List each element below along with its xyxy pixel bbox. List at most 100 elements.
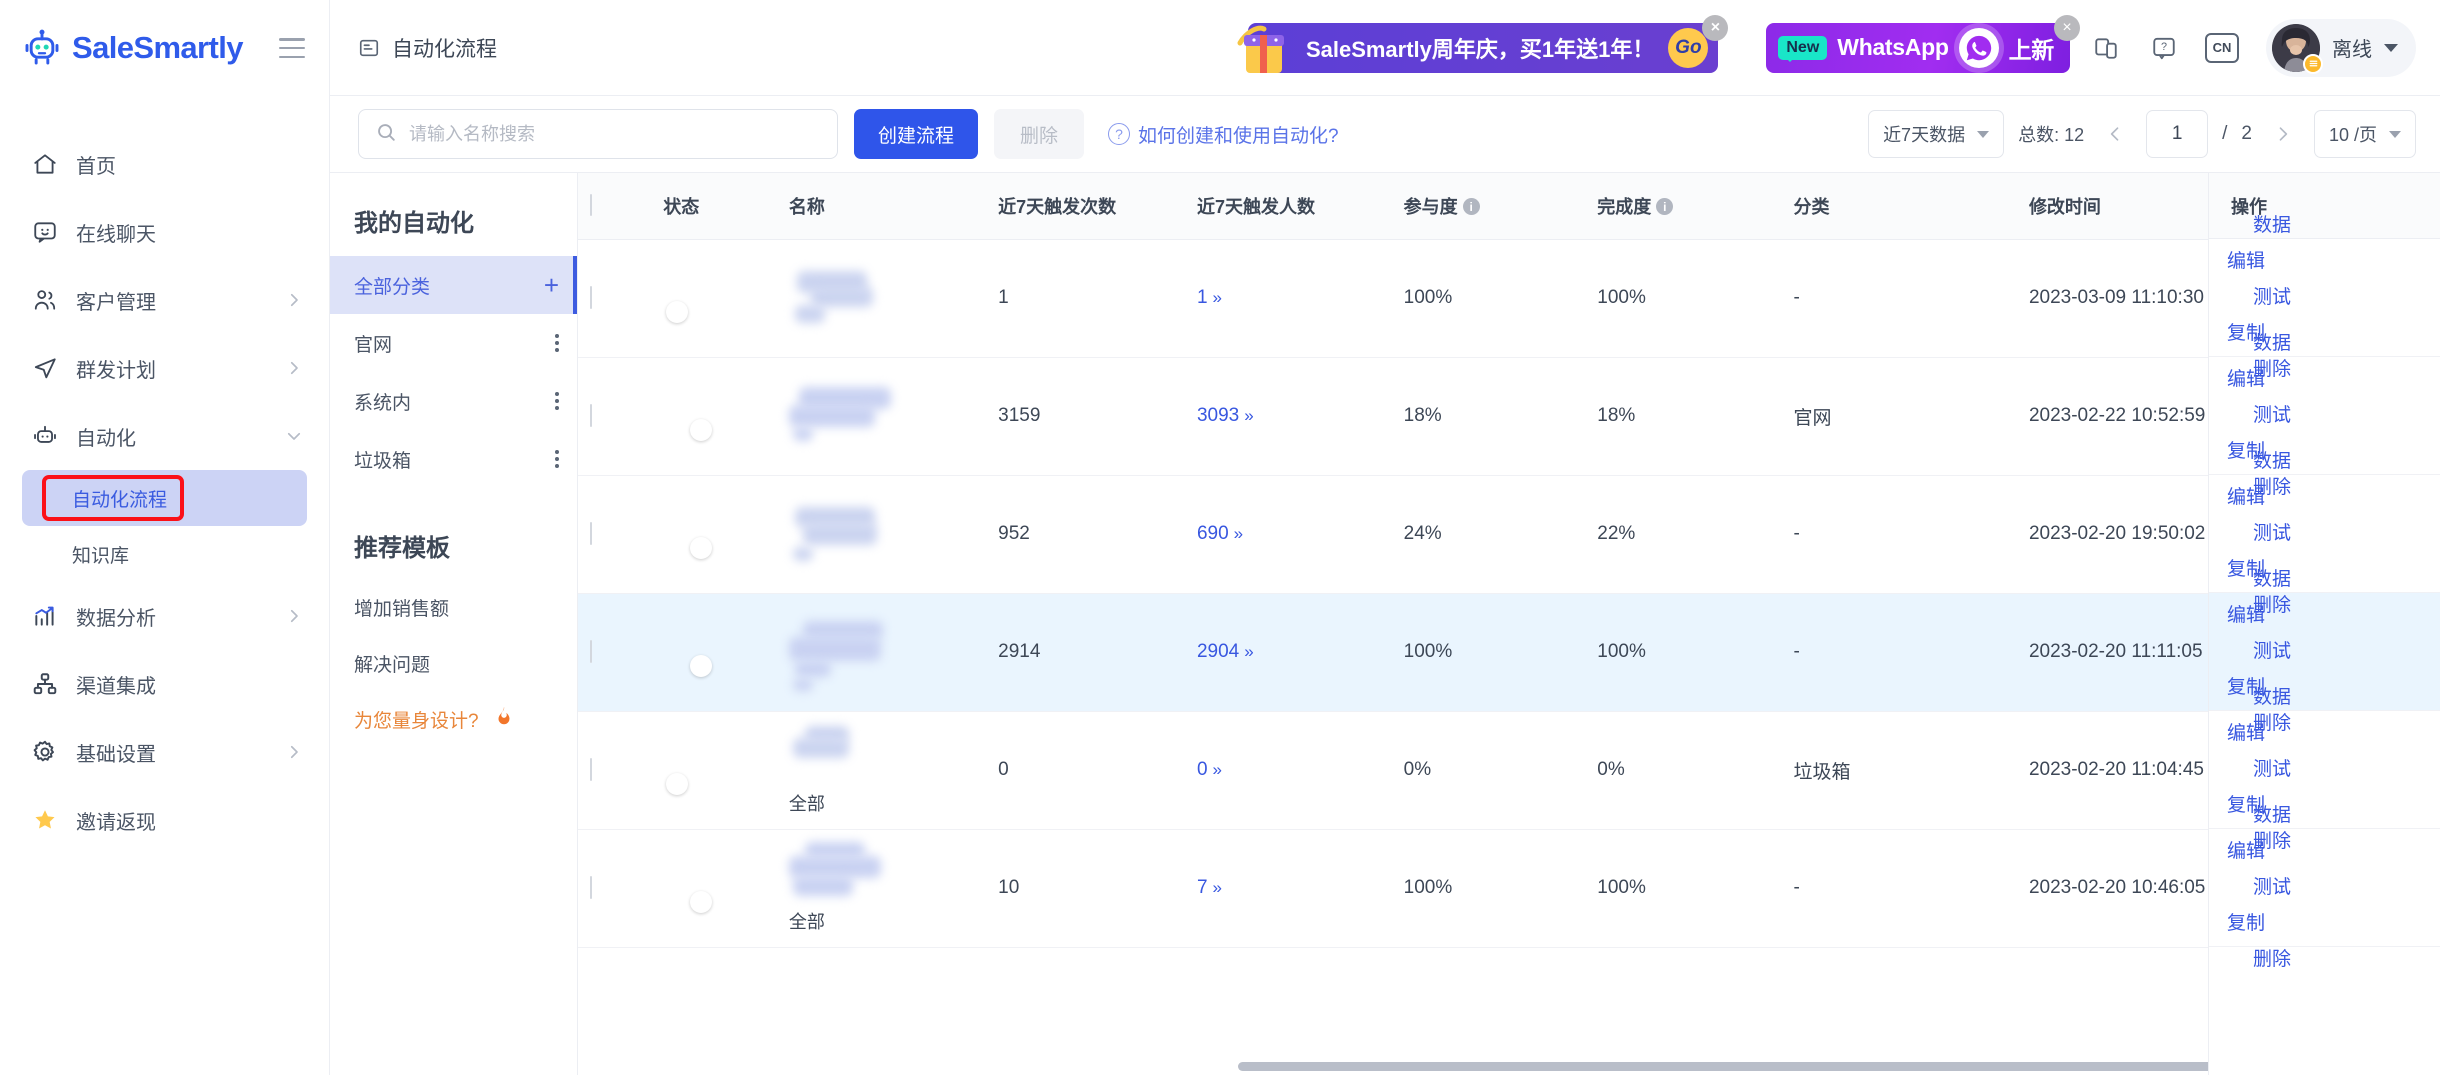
more-vertical-icon[interactable] xyxy=(555,334,559,352)
page-number-input[interactable]: 1 xyxy=(2146,110,2208,158)
prev-page-button[interactable] xyxy=(2098,114,2132,154)
help-icon[interactable]: ? xyxy=(2142,26,2186,70)
flow-name-redacted xyxy=(789,842,974,904)
cell-select xyxy=(578,475,651,593)
table-row[interactable]: 31593093»18%18%官网2023-02-22 10:52:59 xyxy=(578,357,2440,475)
cell-status xyxy=(651,239,777,357)
table-row[interactable]: 29142904»100%100%-2023-02-20 11:11:05 xyxy=(578,593,2440,711)
sidebar-item-customers[interactable]: 客户管理 xyxy=(0,266,329,334)
action-test[interactable]: 测试 xyxy=(2253,519,2311,549)
sidebar-item-broadcast[interactable]: 群发计划 xyxy=(0,334,329,402)
action-copy[interactable]: 复制 xyxy=(2227,909,2285,939)
template-item-increase-sales[interactable]: 增加销售额 xyxy=(330,579,577,635)
people-link[interactable]: 1» xyxy=(1197,287,1222,308)
action-edit[interactable]: 编辑 xyxy=(2227,247,2285,277)
th-status: 状态 xyxy=(651,173,777,239)
close-icon[interactable]: × xyxy=(2054,15,2080,41)
row-checkbox[interactable] xyxy=(590,758,592,781)
search-input[interactable] xyxy=(409,124,821,145)
language-icon[interactable]: CN xyxy=(2200,26,2244,70)
sidebar-item-knowledge-base[interactable]: 知识库 xyxy=(22,526,307,582)
close-icon[interactable]: × xyxy=(1702,15,1728,41)
action-edit[interactable]: 编辑 xyxy=(2227,837,2285,867)
people-link[interactable]: 3093» xyxy=(1197,405,1254,426)
table-row[interactable]: 952690»24%22%-2023-02-20 19:50:02 xyxy=(578,475,2440,593)
row-checkbox[interactable] xyxy=(590,286,592,309)
action-test[interactable]: 测试 xyxy=(2253,283,2311,313)
action-data[interactable]: 数据 xyxy=(2253,683,2311,713)
devices-icon[interactable] xyxy=(2084,26,2128,70)
row-checkbox[interactable] xyxy=(590,640,592,663)
robot-icon xyxy=(32,423,58,449)
user-menu[interactable]: 离线 xyxy=(2266,19,2416,77)
sidebar-item-channels[interactable]: 渠道集成 xyxy=(0,650,329,718)
avatar xyxy=(2272,24,2320,72)
action-test[interactable]: 测试 xyxy=(2253,401,2311,431)
category-item-in-system[interactable]: 系统内 xyxy=(330,372,577,430)
row-checkbox[interactable] xyxy=(590,876,592,899)
sidebar-item-analytics[interactable]: 数据分析 xyxy=(0,582,329,650)
action-edit[interactable]: 编辑 xyxy=(2227,483,2285,513)
info-icon[interactable]: i xyxy=(1463,198,1480,215)
toolbar: 创建流程 删除 ? 如何创建和使用自动化? 近7天数据 总数: 12 1 / 2 xyxy=(330,96,2440,172)
next-page-button[interactable] xyxy=(2266,114,2300,154)
table-row[interactable]: 11»100%100%-2023-03-09 11:10:30 xyxy=(578,239,2440,357)
sidebar-item-automation[interactable]: 自动化 xyxy=(0,402,329,470)
cell-completion: 100% xyxy=(1585,593,1781,711)
action-data[interactable]: 数据 xyxy=(2253,447,2311,477)
cell-engagement: 100% xyxy=(1392,593,1586,711)
cell-completion: 22% xyxy=(1585,475,1781,593)
plus-icon[interactable]: + xyxy=(544,272,559,298)
category-item-official-site[interactable]: 官网 xyxy=(330,314,577,372)
people-link[interactable]: 7» xyxy=(1197,877,1222,898)
people-link[interactable]: 0» xyxy=(1197,759,1222,780)
select-all-checkbox[interactable] xyxy=(590,194,592,216)
people-link[interactable]: 690» xyxy=(1197,523,1243,544)
action-data[interactable]: 数据 xyxy=(2253,565,2311,595)
sidebar-subitem-label: 自动化流程 xyxy=(72,485,167,512)
sidebar-item-live-chat[interactable]: 在线聊天 xyxy=(0,198,329,266)
action-data[interactable]: 数据 xyxy=(2253,211,2311,241)
action-edit[interactable]: 编辑 xyxy=(2227,601,2285,631)
sidebar-item-automation-flow[interactable]: 自动化流程 xyxy=(22,470,307,526)
sidebar-item-referral[interactable]: 邀请返现 xyxy=(0,786,329,854)
flow-name-redacted xyxy=(789,724,974,786)
create-flow-button[interactable]: 创建流程 xyxy=(854,109,978,159)
promo-whatsapp[interactable]: New WhatsApp 上新 × xyxy=(1766,23,2070,73)
page-size-select[interactable]: 10 /页 xyxy=(2314,110,2416,158)
people-link[interactable]: 2904» xyxy=(1197,641,1254,662)
page-separator: / xyxy=(2222,123,2227,145)
search-box[interactable] xyxy=(358,109,838,159)
category-item-all[interactable]: 全部分类 + xyxy=(330,256,577,314)
delete-button[interactable]: 删除 xyxy=(994,109,1084,159)
more-vertical-icon[interactable] xyxy=(555,450,559,468)
action-data[interactable]: 数据 xyxy=(2253,801,2311,831)
sidebar-item-home[interactable]: 首页 xyxy=(0,130,329,198)
action-test[interactable]: 测试 xyxy=(2253,755,2311,785)
table-row[interactable]: 全部00»0%0%垃圾箱2023-02-20 11:04:45 xyxy=(578,711,2440,829)
how-to-link[interactable]: ? 如何创建和使用自动化? xyxy=(1108,121,1339,148)
template-item-solve-problems[interactable]: 解决问题 xyxy=(330,635,577,691)
action-test[interactable]: 测试 xyxy=(2253,873,2311,903)
action-test[interactable]: 测试 xyxy=(2253,637,2311,667)
action-delete[interactable]: 删除 xyxy=(2253,945,2311,975)
row-checkbox[interactable] xyxy=(590,522,592,545)
sidebar-item-settings[interactable]: 基础设置 xyxy=(0,718,329,786)
action-edit[interactable]: 编辑 xyxy=(2227,719,2285,749)
row-checkbox[interactable] xyxy=(590,404,592,427)
template-item-custom-design[interactable]: 为您量身设计? xyxy=(330,691,577,747)
hamburger-icon[interactable] xyxy=(279,38,305,58)
th-engagement: 参与度i xyxy=(1392,173,1586,239)
info-icon[interactable]: i xyxy=(1656,198,1673,215)
table-row[interactable]: 全部107»100%100%-2023-02-20 10:46:05 xyxy=(578,829,2440,947)
redacted-block xyxy=(793,427,813,441)
table-head: 状态 名称 近7天触发次数 近7天触发人数 参与度i 完成度i 分类 修改时间 xyxy=(578,173,2440,239)
cell-engagement: 0% xyxy=(1392,711,1586,829)
category-item-trash[interactable]: 垃圾箱 xyxy=(330,430,577,488)
promo-anniversary[interactable]: SaleSmartly周年庆，买1年送1年！ Go × xyxy=(1248,23,1718,73)
cell-select xyxy=(578,829,651,947)
action-data[interactable]: 数据 xyxy=(2253,329,2311,359)
date-range-select[interactable]: 近7天数据 xyxy=(1868,110,2004,158)
action-edit[interactable]: 编辑 xyxy=(2227,365,2285,395)
more-vertical-icon[interactable] xyxy=(555,392,559,410)
